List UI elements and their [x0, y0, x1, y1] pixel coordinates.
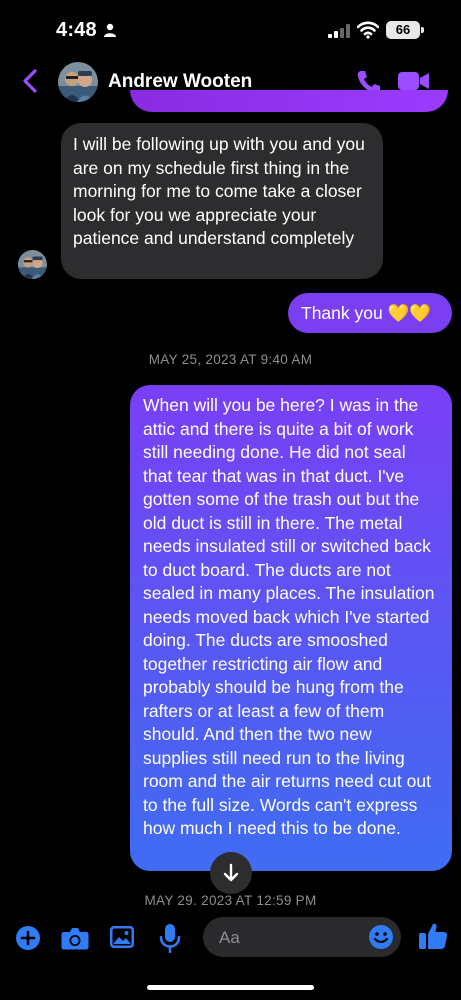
- message-composer: Aa: [0, 905, 461, 1000]
- emoji-icon[interactable]: [368, 924, 394, 950]
- image-icon[interactable]: [109, 925, 135, 949]
- scroll-to-bottom-button[interactable]: [210, 852, 252, 894]
- battery-tip: [421, 27, 424, 33]
- sender-avatar[interactable]: [18, 250, 47, 279]
- message-input-placeholder: Aa: [219, 928, 240, 947]
- video-camera-icon[interactable]: [398, 70, 430, 92]
- incoming-message-bubble[interactable]: I will be following up with you and you …: [61, 123, 383, 279]
- message-timestamp: MAY 25, 2023 AT 9:40 AM: [148, 352, 313, 367]
- wifi-icon: [357, 21, 379, 39]
- avatar[interactable]: [58, 62, 98, 102]
- arrow-down-icon: [223, 863, 239, 882]
- previous-message-bubble[interactable]: [130, 90, 448, 112]
- cellular-signal-icon: [328, 24, 350, 38]
- outgoing-message-bubble[interactable]: When will you be here? I was in the atti…: [130, 385, 452, 871]
- outgoing-message-bubble[interactable]: Thank you 💛💛: [288, 293, 452, 333]
- person-icon: [104, 23, 116, 37]
- microphone-icon[interactable]: [158, 923, 182, 953]
- status-time: 4:48: [56, 19, 97, 41]
- chevron-left-icon[interactable]: [20, 68, 40, 94]
- message-input[interactable]: Aa: [203, 917, 401, 957]
- home-indicator: [147, 985, 314, 990]
- battery-indicator: 66: [386, 21, 420, 39]
- camera-icon[interactable]: [61, 926, 89, 950]
- status-bar: 4:48 66: [0, 0, 461, 56]
- thumbs-up-icon[interactable]: [418, 921, 448, 951]
- plus-icon[interactable]: [15, 925, 41, 951]
